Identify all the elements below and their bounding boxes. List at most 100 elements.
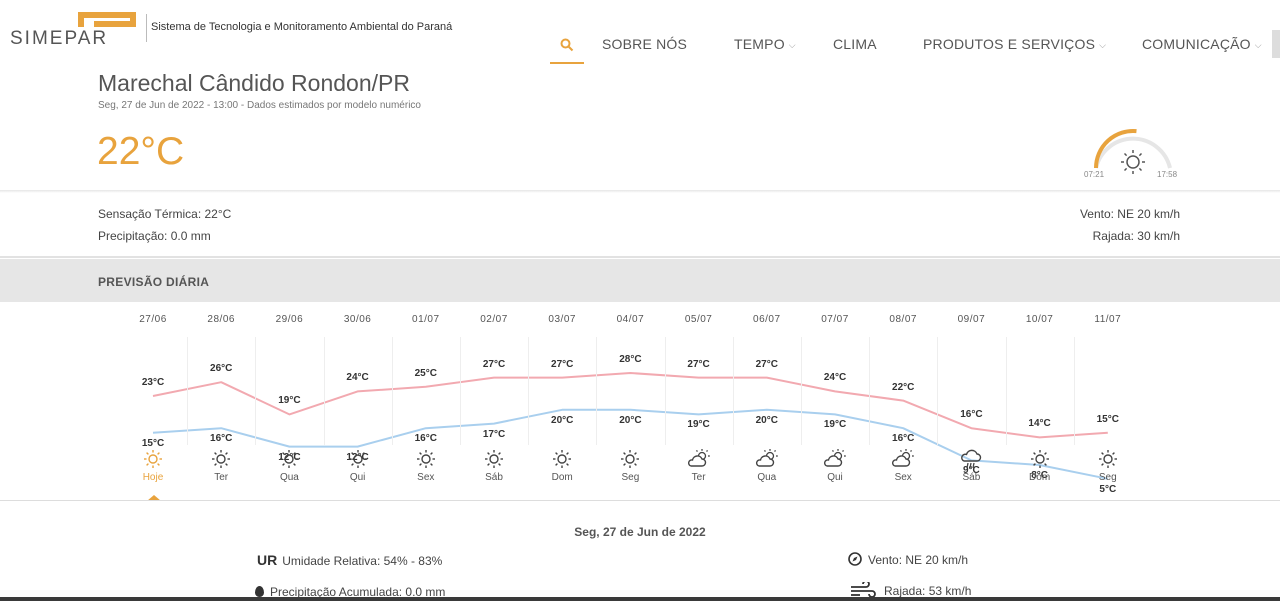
site-header: SIMEPAR Sistema de Tecnologia e Monitora… — [0, 0, 1280, 70]
max-temp-label: 24°C — [346, 372, 369, 384]
partly-cloudy-icon[interactable] — [687, 448, 711, 470]
section-divider — [0, 500, 1280, 501]
sunset-time: 17:58 — [1157, 170, 1178, 179]
min-temp-label: 20°C — [551, 414, 574, 426]
day-name-tab[interactable]: Sex — [401, 472, 451, 483]
min-temp-label: 16°C — [414, 433, 437, 445]
column-separator — [459, 337, 461, 445]
sun-icon[interactable] — [414, 448, 438, 470]
nav-produtos-servicos[interactable]: PRODUTOS E SERVIÇOS ⌵ — [923, 36, 1106, 52]
chevron-down-icon: ⌵ — [1099, 40, 1107, 50]
max-temp-label: 27°C — [687, 358, 710, 370]
partly-cloudy-icon[interactable] — [823, 448, 847, 470]
max-temp-label: 25°C — [414, 367, 437, 379]
city-name: Marechal Cândido Rondon/PR — [98, 70, 410, 96]
day-name-tab[interactable]: Qui — [333, 472, 383, 483]
ur-label: UR — [257, 552, 278, 568]
day-name-tab[interactable]: Sex — [878, 472, 928, 483]
column-separator — [1005, 337, 1007, 445]
wind-gust-icon — [851, 580, 876, 598]
sun-icon[interactable] — [346, 448, 370, 470]
day-name-tab[interactable]: Hoje — [128, 472, 178, 483]
column-separator — [187, 337, 189, 445]
nav-clima[interactable]: CLIMA — [833, 36, 877, 52]
detail-wind-row: Vento: NE 20 km/h — [848, 552, 968, 567]
min-temp-label: 19°C — [823, 419, 847, 431]
main-nav: SOBRE NÓS TEMPO ⌵ CLIMA PRODUTOS E SERVIÇ… — [0, 28, 1280, 68]
nav-label: SOBRE NÓS — [602, 36, 688, 52]
column-separator — [323, 337, 325, 445]
sun-icon[interactable] — [482, 448, 506, 470]
day-name-tab[interactable]: Seg — [1083, 472, 1133, 483]
max-temp-label: 27°C — [482, 358, 506, 370]
detail-gust-row: Rajada: 53 km/h — [850, 580, 972, 598]
day-date-label: 04/07 — [616, 314, 645, 325]
min-temp-label: 17°C — [482, 428, 506, 440]
min-temp-label: 20°C — [755, 414, 778, 426]
sun-icon[interactable] — [618, 448, 642, 470]
column-separator — [596, 337, 598, 445]
day-name-tab[interactable]: Qua — [742, 472, 792, 483]
max-temp-label: 15°C — [1096, 413, 1119, 425]
max-temp-label: 28°C — [619, 354, 642, 365]
sun-icon — [1121, 150, 1145, 174]
sun-icon[interactable] — [141, 448, 165, 470]
chevron-down-icon: ⌵ — [1254, 40, 1262, 50]
wind: Vento: NE 20 km/h — [1079, 207, 1180, 221]
partly-cloudy-icon[interactable] — [755, 448, 779, 470]
sun-icon[interactable] — [1096, 448, 1120, 470]
day-name-tab[interactable]: Seg — [605, 472, 655, 483]
section-divider — [0, 256, 1280, 258]
nav-comunicacao[interactable]: COMUNICAÇÃO ⌵ — [1142, 36, 1262, 52]
day-date-label: 08/07 — [889, 314, 917, 325]
nav-label: PRODUTOS E SERVIÇOS — [923, 36, 1096, 52]
column-separator — [800, 337, 802, 445]
sun-icon[interactable] — [550, 448, 574, 470]
daily-forecast-title: PREVISÃO DIÁRIA — [98, 275, 210, 289]
day-name-tab[interactable]: Ter — [196, 472, 246, 483]
day-name-tab[interactable]: Qui — [810, 472, 860, 483]
gust: Rajada: 30 km/h — [1092, 229, 1180, 243]
search-button[interactable] — [550, 28, 584, 64]
feels-like: Sensação Térmica: 22°C — [98, 207, 232, 221]
sun-icon[interactable] — [1028, 448, 1052, 470]
day-date-label: 27/06 — [139, 314, 167, 325]
column-separator — [869, 337, 871, 445]
day-date-label: 06/07 — [753, 314, 781, 325]
drop-icon — [255, 586, 264, 597]
max-temp-label: 22°C — [892, 381, 915, 393]
max-temp-label: 14°C — [1028, 418, 1051, 430]
column-separator — [664, 337, 666, 445]
min-temp-label: 19°C — [687, 419, 710, 431]
day-date-label: 01/07 — [412, 314, 440, 325]
day-name-tab[interactable]: Sáb — [946, 472, 996, 483]
column-separator — [391, 337, 393, 445]
day-name-tab[interactable]: Dom — [537, 472, 587, 483]
min-temp-label: 20°C — [619, 414, 642, 426]
day-name-tab[interactable]: Sáb — [469, 472, 519, 483]
sun-icon[interactable] — [277, 448, 301, 470]
column-separator — [528, 337, 530, 445]
day-date-label: 09/07 — [957, 314, 986, 325]
day-name-tab[interactable]: Dom — [1015, 472, 1065, 483]
nav-label: CLIMA — [833, 36, 877, 52]
day-date-label: 02/07 — [480, 314, 508, 325]
day-date-label: 05/07 — [684, 314, 713, 325]
rain-icon[interactable] — [959, 448, 983, 470]
scrollbar-thumb[interactable] — [1272, 30, 1280, 58]
day-date-label: 03/07 — [548, 314, 576, 325]
section-divider — [0, 190, 1280, 193]
day-date-label: 07/07 — [821, 314, 849, 325]
max-temp-label: 27°C — [755, 358, 778, 370]
day-name-tab[interactable]: Qua — [264, 472, 314, 483]
detail-gust-value: Rajada: 53 km/h — [884, 584, 972, 598]
sun-icon[interactable] — [209, 448, 233, 470]
nav-sobre-nos[interactable]: SOBRE NÓS — [602, 36, 687, 52]
partly-cloudy-icon[interactable] — [891, 448, 915, 470]
detail-date: Seg, 27 de Jun de 2022 — [574, 525, 706, 539]
day-name-tab[interactable]: Ter — [674, 472, 724, 483]
min-temp-label: 16°C — [892, 433, 915, 445]
max-temp-label: 19°C — [278, 395, 301, 407]
nav-tempo[interactable]: TEMPO ⌵ — [734, 36, 796, 52]
sunrise-time: 07:21 — [1084, 170, 1105, 179]
